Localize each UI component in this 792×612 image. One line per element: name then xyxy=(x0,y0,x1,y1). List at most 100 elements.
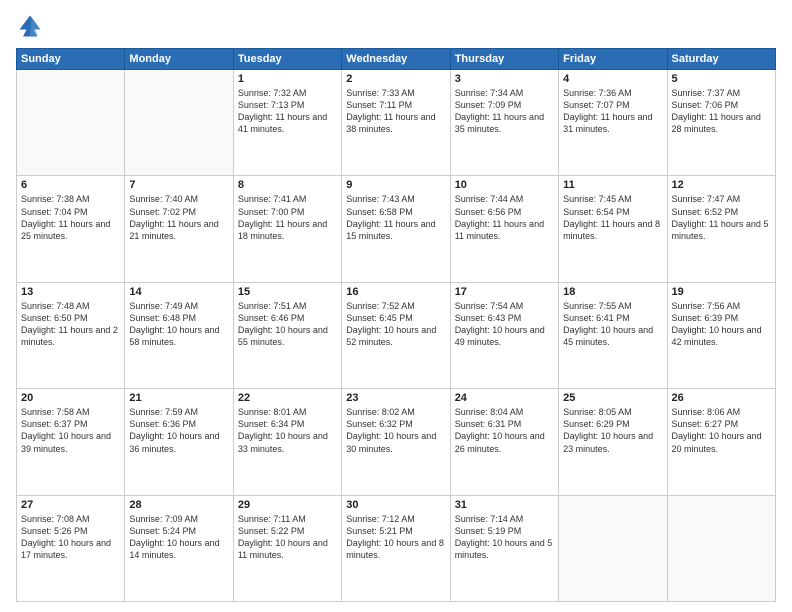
calendar-cell xyxy=(667,495,775,601)
calendar-cell: 4 Sunrise: 7:36 AM Sunset: 7:07 PM Daylig… xyxy=(559,70,667,176)
calendar-cell: 16Sunrise: 7:52 AM Sunset: 6:45 PM Dayli… xyxy=(342,282,450,388)
day-info: Sunrise: 7:36 AM Sunset: 7:07 PM Dayligh… xyxy=(563,87,662,136)
weekday-header-sunday: Sunday xyxy=(17,49,125,70)
calendar-cell: 31Sunrise: 7:14 AM Sunset: 5:19 PM Dayli… xyxy=(450,495,558,601)
day-info: Sunrise: 7:59 AM Sunset: 6:36 PM Dayligh… xyxy=(129,406,228,455)
week-row-5: 27 Sunrise: 7:08 AM Sunset: 5:26 PM Dayli… xyxy=(17,495,776,601)
day-info: Sunrise: 8:06 AM Sunset: 6:27 PM Dayligh… xyxy=(672,406,771,455)
calendar-cell: 11Sunrise: 7:45 AM Sunset: 6:54 PM Dayli… xyxy=(559,176,667,282)
day-info: Sunrise: 7:48 AM Sunset: 6:50 PM Dayligh… xyxy=(21,300,120,349)
calendar-cell: 28 Sunrise: 7:09 AM Sunset: 5:24 PM Dayli… xyxy=(125,495,233,601)
day-number: 23 xyxy=(346,392,445,404)
calendar-cell: 30Sunrise: 7:12 AM Sunset: 5:21 PM Dayli… xyxy=(342,495,450,601)
calendar-cell: 21 Sunrise: 7:59 AM Sunset: 6:36 PM Dayli… xyxy=(125,389,233,495)
calendar-cell: 8Sunrise: 7:41 AM Sunset: 7:00 PM Daylig… xyxy=(233,176,341,282)
calendar-cell: 2Sunrise: 7:33 AM Sunset: 7:11 PM Daylig… xyxy=(342,70,450,176)
calendar-cell: 17 Sunrise: 7:54 AM Sunset: 6:43 PM Dayli… xyxy=(450,282,558,388)
weekday-header-friday: Friday xyxy=(559,49,667,70)
day-number: 13 xyxy=(21,286,120,298)
day-info: Sunrise: 7:51 AM Sunset: 6:46 PM Dayligh… xyxy=(238,300,337,349)
calendar-cell xyxy=(125,70,233,176)
calendar-cell: 20 Sunrise: 7:58 AM Sunset: 6:37 PM Dayli… xyxy=(17,389,125,495)
day-number: 21 xyxy=(129,392,228,404)
day-number: 3 xyxy=(455,73,554,85)
day-number: 4 xyxy=(563,73,662,85)
calendar-cell: 23 Sunrise: 8:02 AM Sunset: 6:32 PM Dayli… xyxy=(342,389,450,495)
day-number: 28 xyxy=(129,499,228,511)
day-info: Sunrise: 8:02 AM Sunset: 6:32 PM Dayligh… xyxy=(346,406,445,455)
logo xyxy=(16,12,48,40)
day-number: 6 xyxy=(21,179,120,191)
calendar-cell: 22 Sunrise: 8:01 AM Sunset: 6:34 PM Dayli… xyxy=(233,389,341,495)
day-number: 20 xyxy=(21,392,120,404)
day-info: Sunrise: 7:38 AM Sunset: 7:04 PM Dayligh… xyxy=(21,193,120,242)
day-info: Sunrise: 7:14 AM Sunset: 5:19 PM Dayligh… xyxy=(455,513,554,562)
week-row-4: 20 Sunrise: 7:58 AM Sunset: 6:37 PM Dayli… xyxy=(17,389,776,495)
day-info: Sunrise: 7:58 AM Sunset: 6:37 PM Dayligh… xyxy=(21,406,120,455)
day-info: Sunrise: 7:34 AM Sunset: 7:09 PM Dayligh… xyxy=(455,87,554,136)
day-info: Sunrise: 7:08 AM Sunset: 5:26 PM Dayligh… xyxy=(21,513,120,562)
weekday-header-tuesday: Tuesday xyxy=(233,49,341,70)
day-number: 19 xyxy=(672,286,771,298)
page: SundayMondayTuesdayWednesdayThursdayFrid… xyxy=(0,0,792,612)
calendar-cell: 13 Sunrise: 7:48 AM Sunset: 6:50 PM Dayli… xyxy=(17,282,125,388)
calendar-cell: 27 Sunrise: 7:08 AM Sunset: 5:26 PM Dayli… xyxy=(17,495,125,601)
day-number: 1 xyxy=(238,73,337,85)
day-number: 5 xyxy=(672,73,771,85)
day-info: Sunrise: 8:01 AM Sunset: 6:34 PM Dayligh… xyxy=(238,406,337,455)
day-number: 11 xyxy=(563,179,662,191)
day-number: 12 xyxy=(672,179,771,191)
week-row-1: 1 Sunrise: 7:32 AM Sunset: 7:13 PM Daylig… xyxy=(17,70,776,176)
day-info: Sunrise: 8:04 AM Sunset: 6:31 PM Dayligh… xyxy=(455,406,554,455)
day-number: 17 xyxy=(455,286,554,298)
week-row-3: 13 Sunrise: 7:48 AM Sunset: 6:50 PM Dayli… xyxy=(17,282,776,388)
day-info: Sunrise: 7:54 AM Sunset: 6:43 PM Dayligh… xyxy=(455,300,554,349)
calendar-cell: 12 Sunrise: 7:47 AM Sunset: 6:52 PM Dayli… xyxy=(667,176,775,282)
calendar-cell: 9 Sunrise: 7:43 AM Sunset: 6:58 PM Daylig… xyxy=(342,176,450,282)
weekday-header-thursday: Thursday xyxy=(450,49,558,70)
calendar-cell: 18Sunrise: 7:55 AM Sunset: 6:41 PM Dayli… xyxy=(559,282,667,388)
day-info: Sunrise: 7:56 AM Sunset: 6:39 PM Dayligh… xyxy=(672,300,771,349)
calendar-cell: 5 Sunrise: 7:37 AM Sunset: 7:06 PM Daylig… xyxy=(667,70,775,176)
calendar-cell: 29 Sunrise: 7:11 AM Sunset: 5:22 PM Dayli… xyxy=(233,495,341,601)
day-number: 15 xyxy=(238,286,337,298)
day-number: 26 xyxy=(672,392,771,404)
day-info: Sunrise: 7:40 AM Sunset: 7:02 PM Dayligh… xyxy=(129,193,228,242)
calendar-cell: 3 Sunrise: 7:34 AM Sunset: 7:09 PM Daylig… xyxy=(450,70,558,176)
weekday-header-row: SundayMondayTuesdayWednesdayThursdayFrid… xyxy=(17,49,776,70)
week-row-2: 6 Sunrise: 7:38 AM Sunset: 7:04 PM Daylig… xyxy=(17,176,776,282)
day-info: Sunrise: 8:05 AM Sunset: 6:29 PM Dayligh… xyxy=(563,406,662,455)
calendar-cell: 6 Sunrise: 7:38 AM Sunset: 7:04 PM Daylig… xyxy=(17,176,125,282)
day-number: 22 xyxy=(238,392,337,404)
day-number: 18 xyxy=(563,286,662,298)
calendar-cell: 1 Sunrise: 7:32 AM Sunset: 7:13 PM Daylig… xyxy=(233,70,341,176)
day-number: 25 xyxy=(563,392,662,404)
day-number: 30 xyxy=(346,499,445,511)
calendar-cell: 10Sunrise: 7:44 AM Sunset: 6:56 PM Dayli… xyxy=(450,176,558,282)
weekday-header-wednesday: Wednesday xyxy=(342,49,450,70)
day-info: Sunrise: 7:09 AM Sunset: 5:24 PM Dayligh… xyxy=(129,513,228,562)
day-info: Sunrise: 7:32 AM Sunset: 7:13 PM Dayligh… xyxy=(238,87,337,136)
day-number: 27 xyxy=(21,499,120,511)
day-number: 24 xyxy=(455,392,554,404)
day-info: Sunrise: 7:47 AM Sunset: 6:52 PM Dayligh… xyxy=(672,193,771,242)
day-info: Sunrise: 7:37 AM Sunset: 7:06 PM Dayligh… xyxy=(672,87,771,136)
day-info: Sunrise: 7:41 AM Sunset: 7:00 PM Dayligh… xyxy=(238,193,337,242)
day-number: 29 xyxy=(238,499,337,511)
calendar-cell: 15 Sunrise: 7:51 AM Sunset: 6:46 PM Dayli… xyxy=(233,282,341,388)
weekday-header-saturday: Saturday xyxy=(667,49,775,70)
day-number: 10 xyxy=(455,179,554,191)
day-info: Sunrise: 7:43 AM Sunset: 6:58 PM Dayligh… xyxy=(346,193,445,242)
calendar-cell: 24 Sunrise: 8:04 AM Sunset: 6:31 PM Dayli… xyxy=(450,389,558,495)
day-info: Sunrise: 7:11 AM Sunset: 5:22 PM Dayligh… xyxy=(238,513,337,562)
day-number: 2 xyxy=(346,73,445,85)
calendar-cell xyxy=(17,70,125,176)
day-number: 9 xyxy=(346,179,445,191)
calendar-cell: 14Sunrise: 7:49 AM Sunset: 6:48 PM Dayli… xyxy=(125,282,233,388)
calendar-cell: 19 Sunrise: 7:56 AM Sunset: 6:39 PM Dayli… xyxy=(667,282,775,388)
header xyxy=(16,12,776,40)
day-number: 16 xyxy=(346,286,445,298)
calendar-cell: 25 Sunrise: 8:05 AM Sunset: 6:29 PM Dayli… xyxy=(559,389,667,495)
calendar: SundayMondayTuesdayWednesdayThursdayFrid… xyxy=(16,48,776,602)
calendar-cell xyxy=(559,495,667,601)
